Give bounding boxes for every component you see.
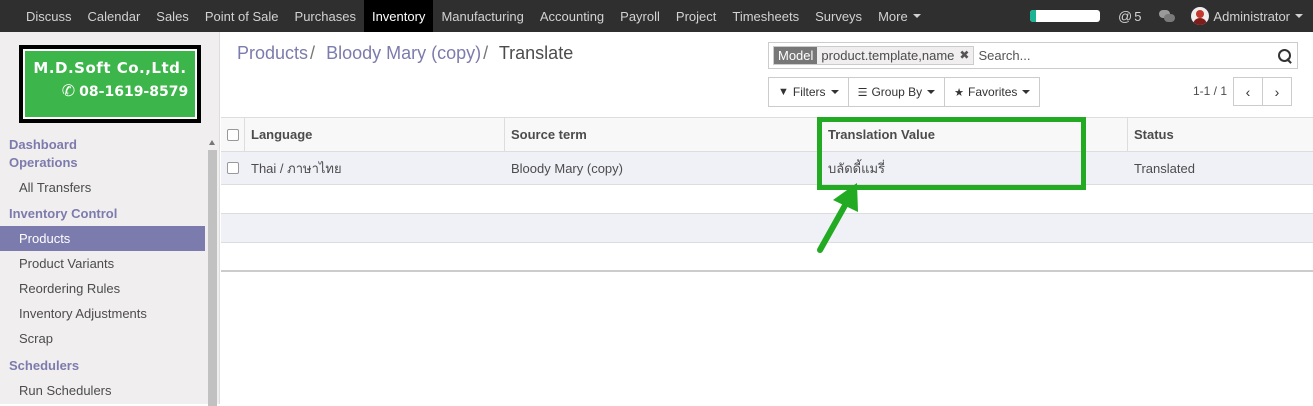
sidebar-nav: Dashboard Operations All Transfers Inven… [0,136,205,403]
remove-facet-icon[interactable]: ✖ [959,47,969,64]
filters-label: Filters [792,85,826,99]
company-logo[interactable]: M.D.Soft Co.,Ltd. ✆ 08-1619-8579 [19,45,201,123]
select-all-checkbox[interactable] [226,128,239,141]
sidebar-item-reordering-rules[interactable]: Reordering Rules [0,276,205,301]
scroll-up-arrow-icon[interactable] [209,140,215,145]
favorites-label: Favorites [968,85,1018,99]
menu-accounting[interactable]: Accounting [532,0,612,32]
cell-language: Thai / ภาษาไทย [251,160,342,176]
chevron-left-icon: ‹ [1245,83,1251,100]
cell-source-term: Bloody Mary (copy) [511,160,623,176]
at-icon: @ [1117,8,1133,24]
logo-phone: ✆ 08-1619-8579 [25,77,195,100]
menu-sales[interactable]: Sales [148,0,197,32]
logo-company-name: M.D.Soft Co.,Ltd. [33,59,187,77]
systray: @5 Administrator [1029,0,1313,32]
menu-purchases[interactable]: Purchases [287,0,364,32]
menu-inventory[interactable]: Inventory [363,0,434,32]
menu-manufacturing[interactable]: Manufacturing [433,0,531,32]
sidebar-section-schedulers: Schedulers [9,358,80,373]
row-checkbox[interactable] [227,162,239,174]
user-name: Administrator [1213,8,1290,24]
sidebar-item-product-variants[interactable]: Product Variants [0,251,205,276]
facet-value: product.template,name ✖ [817,47,974,64]
menu-more-label: More [878,8,908,24]
sidebar: M.D.Soft Co.,Ltd. ✆ 08-1619-8579 Dashboar… [0,32,220,406]
column-header-language[interactable]: Language [245,118,505,151]
list-icon: ☰ [857,86,868,99]
sidebar-section-inventory-control: Inventory Control [9,206,118,221]
table-row[interactable]: Thai / ภาษาไทย Bloody Mary (copy) บลัดดี… [221,152,1313,185]
favorites-button[interactable]: ★ Favorites [944,77,1041,107]
search-facet: Model product.template,name ✖ [773,46,975,65]
caret-down-icon [1295,14,1303,18]
menu-calendar[interactable]: Calendar [80,0,149,32]
select-all-cell [221,118,245,151]
menu-point-of-sale[interactable]: Point of Sale [197,0,287,32]
sidebar-item-scrap[interactable]: Scrap [0,326,205,351]
caret-down-icon [927,90,936,94]
menu-timesheets[interactable]: Timesheets [724,0,807,32]
sidebar-scrollbar[interactable] [207,138,218,406]
search-box: Model product.template,name ✖ [768,42,1298,69]
menu-project[interactable]: Project [668,0,724,32]
cell-status: Translated [1134,160,1195,176]
filter-icon: ▼ [778,86,789,98]
facet-label: Model [774,47,818,64]
caret-down-icon [830,90,839,94]
caret-down-icon [912,14,921,18]
progress-bar [1029,10,1100,22]
progress-fill [1029,10,1036,22]
sidebar-item-run-schedulers[interactable]: Run Schedulers [0,378,205,403]
table-header: Language Source term Translation Value S… [221,117,1313,152]
sidebar-item-products[interactable]: Products [0,226,205,251]
column-header-status[interactable]: Status [1128,118,1313,151]
user-menu[interactable]: Administrator [1191,7,1303,25]
pager-previous-button[interactable]: ‹ [1233,77,1263,106]
table-footer [221,243,1313,272]
breadcrumb-current: Translate [498,43,574,63]
sidebar-item-all-transfers[interactable]: All Transfers [0,175,205,200]
search-input[interactable] [978,48,1276,63]
avatar [1191,7,1210,25]
pager-value[interactable]: 1-1 / 1 [1193,84,1227,98]
pager-buttons: ‹ › [1233,77,1292,106]
menu-surveys[interactable]: Surveys [807,0,870,32]
search-icon[interactable] [1276,47,1294,65]
column-header-source-term[interactable]: Source term [505,118,822,151]
phone-icon: ✆ [61,81,76,100]
breadcrumb-record[interactable]: Bloody Mary (copy) [326,43,481,63]
row-select-cell [221,152,245,184]
breadcrumb-separator: / [483,43,489,63]
menu-discuss[interactable]: Discuss [18,0,80,32]
mentions-counter[interactable]: @5 [1118,8,1141,24]
menu-more[interactable]: More [870,0,929,32]
empty-row [221,185,1313,214]
pager-next-button[interactable]: › [1262,77,1292,106]
group-by-button[interactable]: ☰ Group By [847,77,946,107]
logo-phone-number: 08-1619-8579 [79,84,189,100]
empty-row [221,214,1313,243]
sidebar-item-inventory-adjustments[interactable]: Inventory Adjustments [0,301,205,326]
star-icon: ★ [954,86,965,99]
facet-value-text: product.template,name [821,48,955,63]
filters-button[interactable]: ▼ Filters [768,77,849,107]
menu-payroll[interactable]: Payroll [612,0,668,32]
breadcrumb-separator: / [310,43,316,63]
scrollbar-thumb[interactable] [208,150,217,406]
search-options: ▼ Filters ☰ Group By ★ Favorites [768,77,1041,107]
app-menu: Discuss Calendar Sales Point of Sale Pur… [0,0,929,32]
logo-badge: M.D.Soft Co.,Ltd. ✆ 08-1619-8579 [23,49,197,119]
highlight-box [817,117,1086,190]
breadcrumb: Products / Bloody Mary (copy) / Translate [237,43,573,64]
chevron-right-icon: › [1274,83,1280,100]
breadcrumb-products[interactable]: Products [237,43,308,63]
sidebar-section-dashboard: Dashboard Operations [9,137,78,170]
top-navbar: Discuss Calendar Sales Point of Sale Pur… [0,0,1313,32]
chat-icon[interactable] [1159,10,1176,22]
translations-table: Language Source term Translation Value S… [221,117,1313,272]
mentions-count: 5 [1134,8,1142,24]
group-by-label: Group By [871,85,923,99]
caret-down-icon [1022,90,1031,94]
